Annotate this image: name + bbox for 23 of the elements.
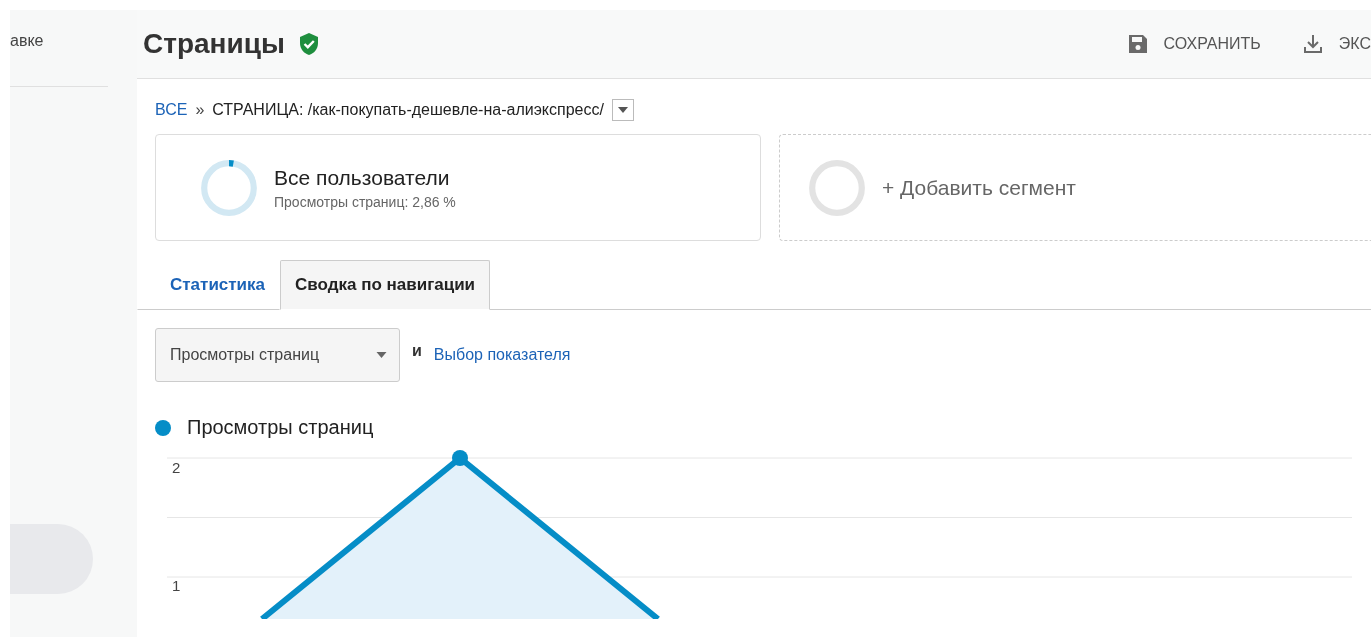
- breadcrumb-link[interactable]: ВСЕ: [155, 101, 188, 119]
- legend-label: Просмотры страниц: [187, 416, 374, 439]
- export-button[interactable]: ЭКС: [1300, 32, 1371, 56]
- breadcrumb-separator: »: [195, 101, 205, 119]
- page-title: Страницы: [143, 28, 285, 60]
- sidebar-text[interactable]: авке: [10, 32, 44, 50]
- segment-name: Все пользователи: [274, 165, 451, 190]
- breadcrumb-current: СТРАНИЦА: /как-покупать-дешевле-на-алиэкспресс/: [212, 101, 604, 119]
- legend-dot: [155, 419, 171, 436]
- y-axis-label: 1: [172, 577, 181, 594]
- metric-link[interactable]: Выбор показателя: [433, 346, 571, 364]
- add-segment-card[interactable]: + Добавить сегмент: [779, 134, 1371, 241]
- caret-icon: [617, 107, 628, 113]
- tab[interactable]: Сводка по навигации: [280, 260, 491, 310]
- breadcrumb-dropdown[interactable]: [611, 99, 634, 121]
- save-button[interactable]: СОХРАНИТЬ: [1125, 32, 1261, 56]
- y-axis-label: 2: [172, 459, 181, 476]
- caret-icon: [376, 352, 387, 358]
- metric-dropdown[interactable]: Просмотры страниц: [155, 328, 400, 382]
- segment-card[interactable]: Все пользователи Просмотры страниц: 2,86 %: [155, 134, 761, 241]
- add-segment-label: + Добавить сегмент: [882, 175, 1076, 200]
- segment-detail: Просмотры страниц: 2,86 %: [274, 193, 456, 210]
- joiner-text: и: [412, 342, 422, 360]
